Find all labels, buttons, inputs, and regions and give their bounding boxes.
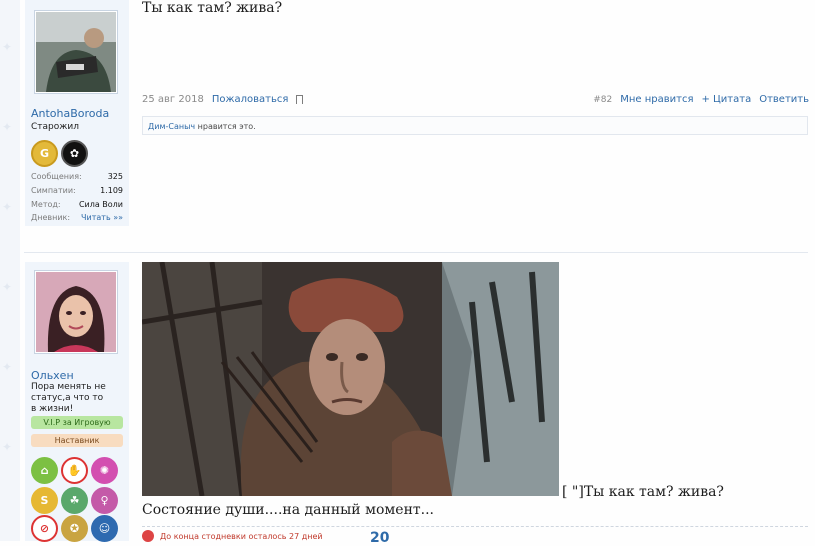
post-message: Состояние души....на данный момент... [142,502,434,518]
award-row: G ✿ [31,140,88,167]
bookmark-icon[interactable] [296,95,304,104]
post-actions: #82 Мне нравится + Цитата Ответить [593,94,809,105]
decor-glyph: ✦ [2,200,13,214]
user-info-panel: AntohaBoroda Старожил G ✿ Сообщения: 325… [25,0,129,226]
user-title: Пора менять не статус,а что то в жизни! [31,382,106,414]
user-title: Старожил [31,122,79,132]
house-award-icon[interactable]: ⌂ [31,457,58,484]
quote-fragment: [ "]Ты как там? жива? [562,484,724,500]
post-image[interactable] [142,262,559,496]
decor-glyph: ✦ [2,440,13,454]
like-button[interactable]: Мне нравится [620,94,693,105]
hand-award-icon[interactable]: ✋ [61,457,88,484]
liker-link[interactable]: Дим-Саныч [148,122,195,131]
post-meta: 25 авг 2018 Пожаловаться [142,94,304,105]
emblem-icon[interactable]: ✿ [61,140,88,167]
award-row: ⌂ ✋ ✺ [31,457,118,484]
no-smoking-award-icon[interactable]: ⊘ [31,515,58,542]
decor-glyph: ✦ [2,40,13,54]
stat-method: Метод: Сила Воли [31,200,123,209]
signature-divider [142,526,808,527]
laurel-award-icon[interactable]: ✪ [61,515,88,542]
no-sign-icon [142,530,154,542]
medal-award-icon[interactable]: S [31,487,58,514]
signature-text: До конца стодневки осталось 27 дней [160,531,323,541]
likes-summary: Дим-Саныч нравится это. [142,116,808,135]
post-divider [24,252,808,253]
stat-messages: Сообщения: 325 [31,172,123,181]
avatar[interactable] [34,270,118,354]
post-message: Ты как там? жива? [142,0,283,16]
award-row: ⊘ ✪ ☺ [31,515,118,542]
signature: До конца стодневки осталось 27 дней [142,530,323,542]
quote-button[interactable]: + Цитата [701,94,751,105]
gold-medal-icon[interactable]: G [31,140,58,167]
username[interactable]: Ольхен [31,369,74,382]
post-date[interactable]: 25 авг 2018 [142,94,204,105]
stat-diary: Дневник: Читать »» [31,213,123,222]
woman-award-icon[interactable]: ♀ [91,487,118,514]
decor-glyph: ✦ [2,280,13,294]
decor-glyph: ✦ [2,120,13,134]
avatar[interactable] [34,10,118,94]
dragon-award-icon[interactable]: ☘ [61,487,88,514]
team-award-icon[interactable]: ✺ [91,457,118,484]
stat-likes: Симпатии: 1.109 [31,186,123,195]
award-row: S ☘ ♀ [31,487,118,514]
reply-button[interactable]: Ответить [759,94,809,105]
username[interactable]: AntohaBoroda [31,107,109,120]
decor-glyph: ✦ [2,360,13,374]
people-award-icon[interactable]: ☺ [91,515,118,542]
left-decor-strip: ✦ ✦ ✦ ✦ ✦ ✦ [0,0,20,541]
post-number[interactable]: #82 [593,95,612,105]
report-link[interactable]: Пожаловаться [212,94,289,105]
user-info-panel: Ольхен Пора менять не статус,а что то в … [25,262,129,542]
mentor-badge: Наставник [31,434,123,447]
diary-link[interactable]: Читать »» [81,213,123,222]
vip-badge: V.I.P за Игровую [31,416,123,429]
signature-counter: 20 [370,530,390,546]
